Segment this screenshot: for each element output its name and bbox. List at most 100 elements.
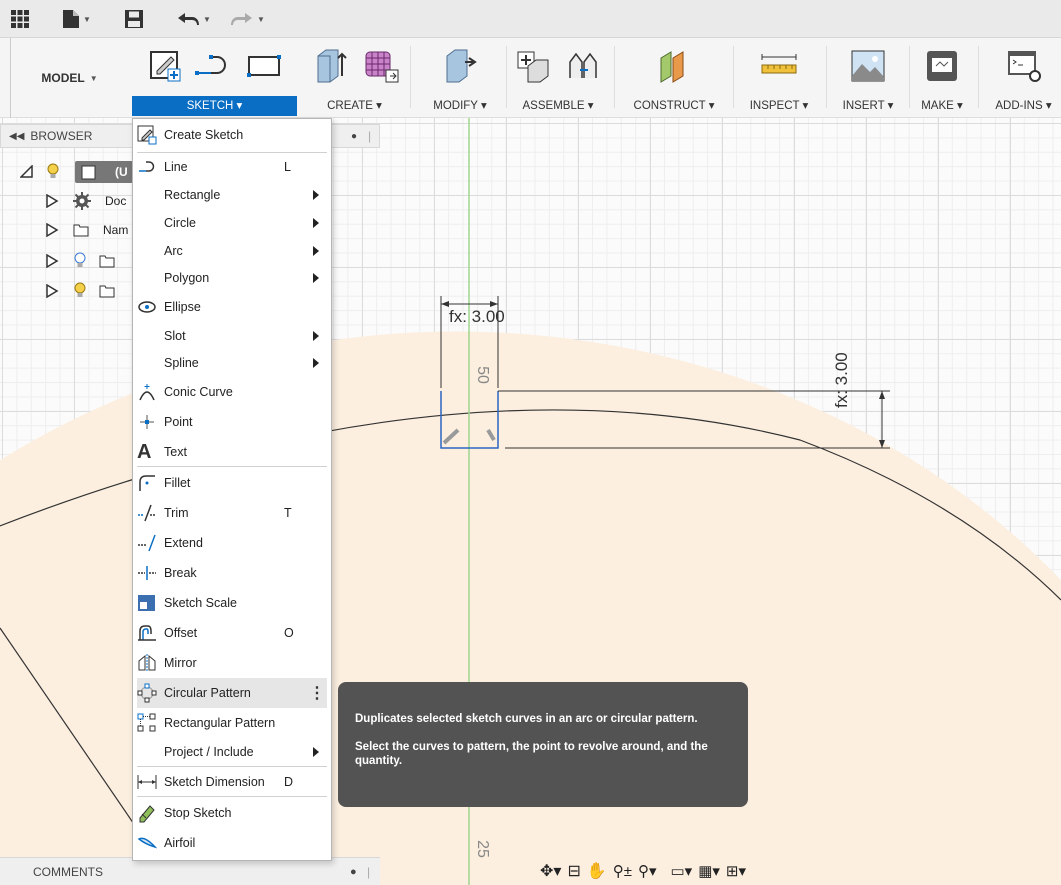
rectangle-icon — [246, 55, 281, 77]
menu-item-line[interactable]: Line L — [133, 152, 331, 182]
fit-icon[interactable]: ⚲▾ — [638, 862, 657, 880]
browser-resize-handle[interactable]: | — [368, 129, 371, 143]
menu-item-extend[interactable]: Extend — [133, 528, 331, 558]
offset-icon — [138, 625, 156, 641]
menu-item-label: Arc — [164, 244, 183, 258]
insert-image-icon — [851, 50, 885, 82]
construct-group[interactable]: CONSTRUCT ▾ — [622, 38, 726, 118]
menu-item-circular-pattern[interactable]: Circular Pattern ⋮ — [137, 678, 327, 708]
visibility-bulb-icon[interactable] — [46, 163, 60, 181]
insert-group[interactable]: INSERT ▾ — [832, 38, 904, 118]
workspace-label: MODEL — [41, 71, 85, 85]
zoom-icon[interactable]: ⚲± — [613, 862, 632, 880]
menu-item-label: Text — [164, 445, 187, 459]
menu-item-label: Spline — [164, 356, 199, 370]
menu-item-stop-sketch[interactable]: Stop Sketch — [133, 798, 331, 828]
menu-item-trim[interactable]: Trim T — [133, 498, 331, 528]
menu-item-create-sketch[interactable]: Create Sketch — [133, 120, 331, 150]
visibility-bulb-off-icon[interactable] — [73, 252, 87, 270]
pan-hand-icon[interactable]: ✋ — [587, 861, 607, 881]
menu-item-conic-curve[interactable]: Conic Curve — [133, 377, 331, 407]
fillet-icon — [139, 475, 155, 491]
modify-group-label[interactable]: MODIFY ▾ — [420, 96, 500, 116]
expand-triangle-icon[interactable] — [20, 165, 34, 179]
menu-item-airfoil[interactable]: Airfoil — [133, 828, 331, 858]
viewports-icon[interactable]: ⊞▾ — [726, 862, 746, 880]
workspace-switcher[interactable]: MODEL ▼ — [10, 38, 128, 118]
menu-item-label: Line — [164, 160, 188, 174]
menu-item-sketch-scale[interactable]: Sketch Scale — [133, 588, 331, 618]
orbit-icon[interactable]: ✥▾ — [540, 861, 561, 881]
menu-item-project-include[interactable]: Project / Include — [133, 737, 331, 767]
save-button[interactable] — [124, 6, 144, 32]
trim-icon — [138, 504, 156, 522]
sketch-group[interactable]: SKETCH ▾ — [132, 38, 297, 118]
menu-item-spline[interactable]: Spline — [133, 348, 331, 378]
file-icon — [63, 10, 79, 28]
menu-item-slot[interactable]: Slot — [133, 321, 331, 351]
redo-icon — [231, 13, 252, 25]
look-at-icon[interactable]: ⊟ — [567, 861, 580, 881]
form-icon — [365, 51, 398, 83]
undo-button[interactable]: ▼ — [176, 6, 211, 32]
browser-pin-icon[interactable]: ● — [351, 131, 357, 142]
create-group[interactable]: CREATE ▾ — [303, 38, 406, 118]
menu-item-label: Polygon — [164, 271, 210, 285]
comments-resize-handle[interactable]: | — [367, 865, 370, 879]
gear-icon — [73, 192, 91, 210]
modify-group[interactable]: MODIFY ▾ — [420, 38, 500, 118]
menu-item-label: Ellipse — [164, 300, 201, 314]
more-options-icon[interactable]: ⋮ — [309, 683, 325, 703]
browser-item-named-views[interactable]: Nam — [45, 216, 128, 244]
menu-item-mirror[interactable]: Mirror — [133, 648, 331, 678]
sketch-group-label[interactable]: SKETCH ▾ — [132, 96, 297, 116]
navigation-bar: ✥▾ ⊟ ✋ ⚲± ⚲▾ ▭▾ ▦▾ ⊞▾ — [540, 858, 850, 884]
construct-group-label[interactable]: CONSTRUCT ▾ — [622, 96, 726, 116]
comments-panel-header[interactable]: COMMENTS ● | — [0, 857, 380, 885]
ruler-label-top: 50 — [473, 366, 491, 384]
menu-item-fillet[interactable]: Fillet — [133, 468, 331, 498]
width-dimension-label[interactable]: fx: 3.00 — [449, 307, 505, 327]
app-grid-button[interactable] — [10, 6, 30, 32]
collapse-arrows-icon[interactable]: ◀◀ — [9, 131, 24, 142]
menu-item-break[interactable]: Break — [133, 558, 331, 588]
menu-item-offset[interactable]: Offset O — [133, 618, 331, 648]
chevron-down-icon: ▼ — [83, 14, 91, 24]
menu-item-arc[interactable]: Arc — [133, 236, 331, 266]
menu-item-sketch-dimension[interactable]: Sketch Dimension D — [133, 767, 331, 797]
browser-item-sketches[interactable] — [45, 277, 115, 305]
browser-root-row[interactable] — [20, 158, 60, 186]
height-dimension-label[interactable]: fx: 3.00 — [832, 352, 852, 408]
grid-settings-icon[interactable]: ▦▾ — [698, 862, 720, 880]
insert-group-label[interactable]: INSERT ▾ — [832, 96, 904, 116]
create-group-label[interactable]: CREATE ▾ — [303, 96, 406, 116]
expand-triangle-icon[interactable] — [45, 254, 59, 268]
redo-button[interactable]: ▼ — [230, 6, 265, 32]
menu-item-text[interactable]: A Text — [133, 437, 331, 467]
assemble-group[interactable]: ASSEMBLE ▾ — [508, 38, 608, 118]
display-settings-icon[interactable]: ▭▾ — [671, 862, 693, 880]
ruler-label-bottom: 25 — [473, 840, 491, 858]
file-menu-button[interactable]: ▼ — [62, 6, 91, 32]
menu-item-rectangular-pattern[interactable]: Rectangular Pattern — [133, 708, 331, 738]
add-comment-icon[interactable]: ● — [350, 866, 357, 878]
assemble-group-label[interactable]: ASSEMBLE ▾ — [508, 96, 608, 116]
menu-item-rectangle[interactable]: Rectangle — [133, 180, 331, 210]
expand-triangle-icon[interactable] — [45, 194, 59, 208]
expand-triangle-icon[interactable] — [45, 284, 59, 298]
expand-triangle-icon[interactable] — [45, 223, 59, 237]
browser-item-origin[interactable] — [45, 247, 115, 275]
inspect-group-label[interactable]: INSPECT ▾ — [741, 96, 817, 116]
menu-item-point[interactable]: Point — [133, 407, 331, 437]
addins-group-label[interactable]: ADD-INS ▾ — [986, 96, 1061, 116]
inspect-group[interactable]: INSPECT ▾ — [741, 38, 817, 118]
browser-item-doc[interactable]: Doc — [45, 187, 126, 215]
menu-item-label: Create Sketch — [164, 128, 244, 142]
make-group[interactable]: MAKE ▾ — [912, 38, 972, 118]
menu-item-circle[interactable]: Circle — [133, 208, 331, 238]
visibility-bulb-icon[interactable] — [73, 282, 87, 300]
menu-item-polygon[interactable]: Polygon — [133, 263, 331, 293]
make-group-label[interactable]: MAKE ▾ — [912, 96, 972, 116]
addins-group[interactable]: ADD-INS ▾ — [986, 38, 1061, 118]
menu-item-ellipse[interactable]: Ellipse — [133, 292, 331, 322]
